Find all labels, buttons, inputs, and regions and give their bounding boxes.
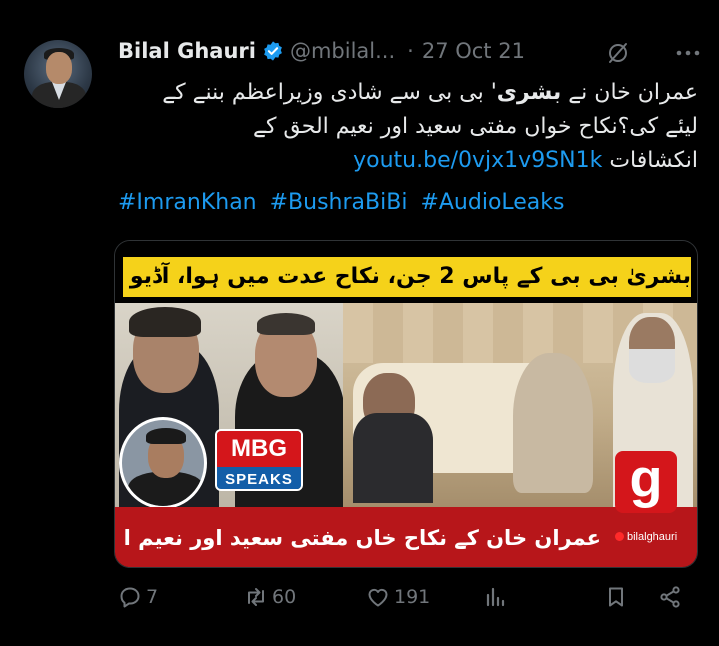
like-button[interactable]: 191 bbox=[366, 580, 430, 614]
media-headline: بشریٰ بی بی کے پاس 2 جن، نکاح عدت میں ہو… bbox=[123, 257, 691, 297]
retweet-icon bbox=[248, 588, 264, 606]
like-count: 191 bbox=[394, 586, 431, 608]
author-handle[interactable]: @mbilal... bbox=[290, 39, 395, 63]
youtube-icon bbox=[615, 532, 624, 541]
share-button[interactable] bbox=[658, 580, 682, 614]
share-icon bbox=[660, 586, 680, 608]
mbg-speaks-badge: MBG SPEAKS bbox=[215, 429, 303, 491]
presenter-inset bbox=[119, 417, 207, 509]
more-icon[interactable] bbox=[676, 50, 700, 56]
media-thumbnail[interactable]: بشریٰ بی بی کے پاس 2 جن، نکاح عدت میں ہو… bbox=[114, 240, 698, 568]
tweet-line-2: لیئے کی؟نکاح خواں مفتی سعید اور نعیم الح… bbox=[253, 114, 698, 139]
reply-button[interactable]: 7 bbox=[118, 580, 158, 614]
speaks-label: SPEAKS bbox=[217, 467, 301, 489]
tweet-text: عمران خان نے بشری' بی بی سے شادی وزیراعظ… bbox=[118, 76, 698, 178]
grok-icon[interactable] bbox=[606, 41, 630, 65]
tweet-link[interactable]: youtu.be/0vjx1v9SN1k bbox=[353, 148, 602, 173]
hashtags: #ImranKhan #BushraBiBi #AudioLeaks bbox=[118, 190, 571, 215]
tweet-line-1: عمران خان نے بشری' بی بی سے شادی وزیراعظ… bbox=[162, 80, 698, 105]
reply-count: 7 bbox=[146, 586, 159, 608]
author-name[interactable]: Bilal Ghauri bbox=[118, 39, 256, 63]
hashtag-bushrabibi[interactable]: #BushraBiBi bbox=[270, 190, 408, 215]
bookmark-icon bbox=[609, 587, 623, 607]
hashtag-imrankhan[interactable]: #ImranKhan bbox=[118, 190, 257, 215]
action-bar: 7 60 191 bbox=[116, 580, 700, 614]
reply-icon bbox=[120, 587, 140, 608]
separator-dot: · bbox=[407, 39, 414, 63]
verified-badge-icon bbox=[264, 41, 282, 61]
retweet-count: 60 bbox=[272, 586, 297, 608]
views-chart-icon bbox=[486, 587, 505, 607]
channel-logo: g bbox=[615, 451, 677, 513]
hashtag-audioleaks[interactable]: #AudioLeaks bbox=[420, 190, 564, 215]
media-caption: عمران خان کے نکاح خاں مفتی سعید اور نعیم… bbox=[125, 526, 601, 550]
channel-tag: bilalghauri bbox=[615, 531, 677, 543]
retweet-button[interactable]: 60 bbox=[244, 580, 296, 614]
heart-icon bbox=[368, 588, 388, 607]
tweet-header: Bilal Ghauri @mbilal... · 27 Oct 21 bbox=[118, 36, 525, 66]
tweet-date[interactable]: 27 Oct 21 bbox=[422, 39, 525, 63]
tweet-line-3: انکشافات youtu.be/0vjx1v9SN1k bbox=[353, 148, 698, 173]
bookmark-button[interactable] bbox=[604, 580, 628, 614]
avatar[interactable] bbox=[24, 40, 92, 108]
views-button[interactable] bbox=[482, 580, 510, 614]
mbg-label: MBG bbox=[217, 431, 301, 467]
